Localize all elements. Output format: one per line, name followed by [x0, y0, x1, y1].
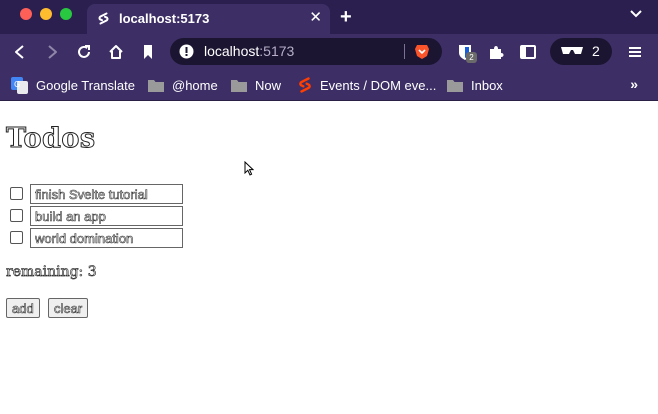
minimize-window-button[interactable]: [40, 8, 52, 20]
close-tab-icon[interactable]: ✕: [309, 9, 322, 27]
bookmark-label: Now: [255, 77, 282, 93]
wallet-button[interactable]: 2: [550, 38, 612, 65]
folder-icon: [231, 79, 247, 92]
bookmark-home-folder[interactable]: @home: [148, 75, 218, 95]
bookmark-label: Events / DOM eve...: [320, 77, 437, 93]
extension-badge: 2: [466, 52, 477, 63]
bookmark-inbox-folder[interactable]: Inbox: [447, 75, 503, 95]
wallet-count: 2: [592, 43, 600, 59]
home-icon[interactable]: [107, 43, 125, 61]
close-window-button[interactable]: [20, 8, 32, 20]
tab-strip: localhost:5173 ✕ +: [0, 0, 658, 34]
todo-text-input[interactable]: [30, 206, 183, 226]
svg-text:G: G: [14, 80, 20, 89]
clear-button[interactable]: clear: [48, 298, 89, 318]
remaining-count: remaining: 3: [6, 264, 97, 281]
bookmark-now-folder[interactable]: Now: [231, 75, 281, 95]
address-bar[interactable]: localhost:5173: [170, 38, 442, 65]
back-icon[interactable]: [11, 43, 29, 61]
svelte-icon: [299, 77, 311, 93]
bookmark-google-translate[interactable]: G Google Translate: [11, 75, 135, 95]
google-translate-icon: G: [11, 76, 28, 94]
bookmark-icon[interactable]: [139, 43, 157, 61]
svelte-favicon-icon: [98, 12, 109, 25]
brave-shields-icon[interactable]: [414, 43, 430, 60]
todo-checkbox[interactable]: [10, 231, 23, 244]
navigation-toolbar: localhost:5173 2 2: [0, 34, 658, 70]
folder-icon: [148, 79, 164, 92]
site-info-icon[interactable]: [179, 44, 194, 59]
todo-text-input[interactable]: [30, 228, 183, 248]
maximize-window-button[interactable]: [60, 8, 72, 20]
menu-icon[interactable]: [626, 43, 644, 61]
bookmark-label: Inbox: [471, 77, 503, 93]
extensions-puzzle-icon[interactable]: [487, 43, 505, 61]
url-divider: [404, 44, 405, 59]
todo-text-input[interactable]: [30, 184, 183, 204]
bookmark-events-dom[interactable]: Events / DOM eve...: [298, 75, 436, 95]
url-port: :5173: [259, 43, 295, 59]
bookmark-label: Google Translate: [36, 77, 136, 93]
url-host: localhost: [204, 43, 260, 59]
todo-checkbox[interactable]: [10, 187, 23, 200]
mouse-cursor-icon: [244, 161, 254, 176]
glasses-icon: [561, 47, 583, 54]
bookmarks-bar: G Google Translate @home Now Events / DO…: [0, 70, 658, 101]
add-button[interactable]: add: [6, 298, 40, 318]
sidebar-icon[interactable]: [519, 43, 537, 61]
tab-title: localhost:5173: [119, 11, 210, 26]
new-tab-button[interactable]: +: [340, 6, 352, 28]
forward-icon[interactable]: [43, 43, 61, 61]
todo-checkbox[interactable]: [10, 209, 23, 222]
page-content: Todos remaining: 3 add clear: [0, 101, 658, 414]
bookmark-label: @home: [172, 77, 218, 93]
page-title: Todos: [6, 123, 96, 155]
url-text: localhost:5173: [204, 43, 294, 59]
active-tab[interactable]: localhost:5173 ✕: [87, 4, 330, 34]
chevron-down-icon[interactable]: [630, 10, 642, 18]
more-bookmarks-icon[interactable]: »: [630, 76, 638, 92]
folder-icon: [447, 79, 463, 92]
reload-icon[interactable]: [75, 43, 93, 61]
